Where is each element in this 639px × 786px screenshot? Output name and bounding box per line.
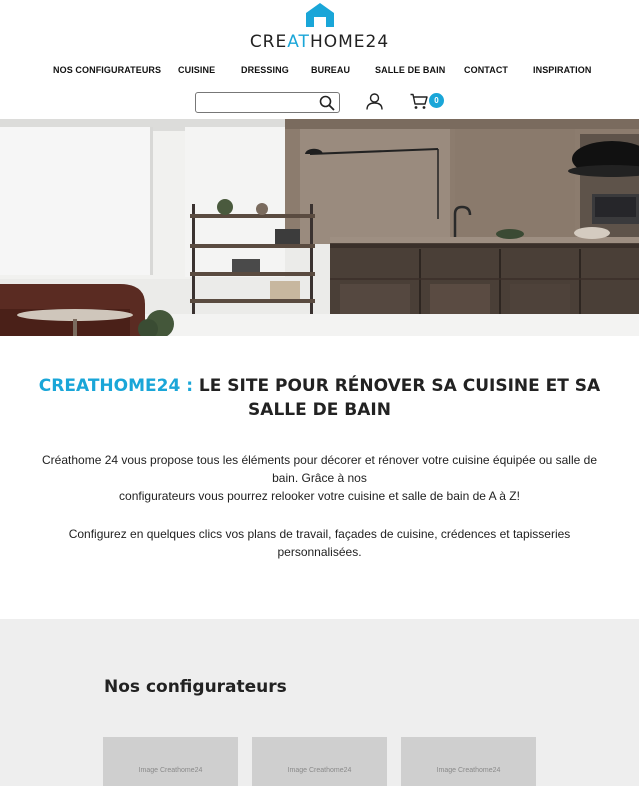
nav-item-salle-de-bain[interactable]: SALLE DE BAIN xyxy=(375,65,445,75)
card-image-label: Image Creathome24 xyxy=(436,767,501,774)
configurators-section: Nos configurateurs Image Creathome24 Ima… xyxy=(0,619,639,786)
cart-count-badge: 0 xyxy=(429,93,444,108)
page-title: CREATHOME24 : LE SITE POUR RÉNOVER SA CU… xyxy=(38,376,601,420)
kitchen-photo xyxy=(0,119,639,336)
site-logo[interactable]: CREATHOME24 xyxy=(0,2,639,52)
user-icon[interactable] xyxy=(366,93,383,110)
configurator-card[interactable]: Image Creathome24 xyxy=(252,737,387,786)
intro-paragraph-2: Configurez en quelques clics vos plans d… xyxy=(68,527,571,559)
card-image-label: Image Creathome24 xyxy=(138,767,203,774)
nav-item-dressing[interactable]: DRESSING xyxy=(241,65,289,75)
intro-paragraph: Créathome 24 vous propose tous les éléme… xyxy=(42,453,597,503)
card-image-label: Image Creathome24 xyxy=(287,767,352,774)
nav-item-contact[interactable]: CONTACT xyxy=(464,65,508,75)
search-input[interactable] xyxy=(200,95,312,110)
logo-text: CREATHOME24 xyxy=(249,32,390,52)
search-bar xyxy=(195,92,340,113)
nav-item-bureau[interactable]: BUREAU xyxy=(311,65,350,75)
cart-icon[interactable] xyxy=(410,93,428,110)
nav-item-configurateurs[interactable]: NOS CONFIGURATEURS xyxy=(53,65,161,75)
configurator-card[interactable]: Image Creathome24 xyxy=(401,737,536,786)
intro-section: CREATHOME24 : LE SITE POUR RÉNOVER SA CU… xyxy=(0,336,639,620)
search-icon[interactable] xyxy=(319,95,335,111)
hero-kitchen-image xyxy=(0,119,639,336)
configurator-card[interactable]: Image Creathome24 xyxy=(103,737,238,786)
configurators-title: Nos configurateurs xyxy=(104,677,287,697)
nav-item-cuisine[interactable]: CUISINE xyxy=(178,65,215,75)
main-nav: NOS CONFIGURATEURS CUISINE DRESSING BURE… xyxy=(0,65,639,79)
house-icon xyxy=(305,3,334,27)
nav-item-inspiration[interactable]: INSPIRATION xyxy=(533,65,591,75)
site-header: CREATHOME24 NOS CONFIGURATEURS CUISINE D… xyxy=(0,0,639,119)
